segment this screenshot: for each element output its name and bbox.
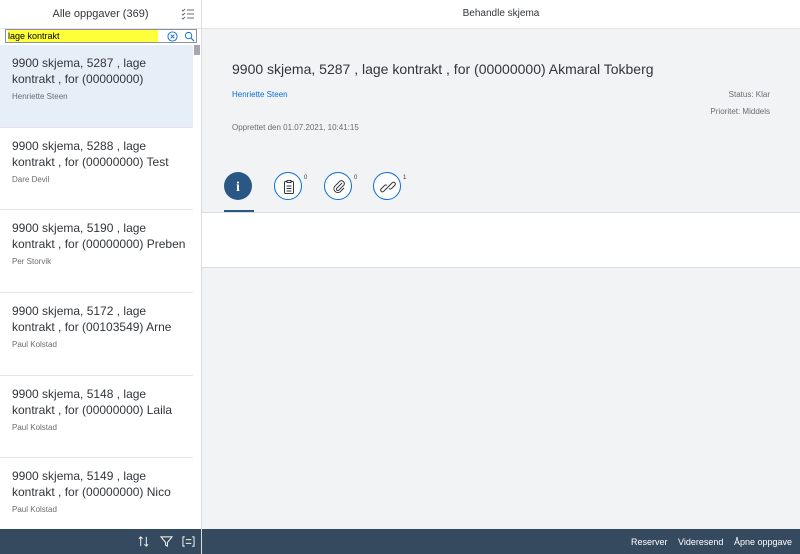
master-header: Alle oppgaver (369) <box>0 0 201 29</box>
attachments-count: 0 <box>354 175 358 181</box>
master-footer <box>0 529 201 554</box>
sort-icon[interactable] <box>137 535 150 548</box>
priority-text: Prioritet: Middels <box>710 107 770 116</box>
forward-button[interactable]: Videresend <box>678 537 723 547</box>
master-title: Alle oppgaver (369) <box>52 8 149 20</box>
tab-notes[interactable] <box>274 172 302 200</box>
detail-footer: Reserver Videresend Åpne oppgave <box>202 529 800 554</box>
tab-attachments[interactable] <box>324 172 352 200</box>
group-icon[interactable] <box>182 535 195 548</box>
list-item[interactable]: 9900 skjema, 5288 , lage kontrakt , for … <box>0 128 193 210</box>
attachment-icon <box>333 180 345 194</box>
list-item-subtitle: Per Storvik <box>12 257 52 266</box>
list-item-subtitle: Henriette Steen <box>12 92 68 101</box>
list-item-subtitle: Paul Kolstad <box>12 340 57 349</box>
tab-info[interactable]: i <box>224 172 252 200</box>
detail-title: Behandle skjema <box>462 8 540 19</box>
list-item-title: 9900 skjema, 5172 , lage kontrakt , for … <box>12 304 172 334</box>
open-task-button[interactable]: Åpne oppgave <box>734 537 792 547</box>
links-count: 1 <box>403 175 407 181</box>
created-date: Opprettet den 01.07.2021, 10:41:15 <box>232 123 359 132</box>
list-item-title: 9900 skjema, 5149 , lage kontrakt , for … <box>12 469 171 499</box>
search-icon[interactable] <box>184 31 195 42</box>
task-list: 9900 skjema, 5287 , lage kontrakt , for … <box>0 45 201 529</box>
link-icon <box>380 181 396 193</box>
list-item[interactable]: 9900 skjema, 5149 , lage kontrakt , for … <box>0 458 193 529</box>
master-pane: Alle oppgaver (369) 9900 skjema, 5287 , … <box>0 0 202 554</box>
object-header: 9900 skjema, 5287 , lage kontrakt , for … <box>202 29 800 212</box>
detail-header: Behandle skjema <box>202 0 800 29</box>
list-item-title: 9900 skjema, 5287 , lage kontrakt , for … <box>12 56 147 86</box>
search-field <box>5 29 197 43</box>
list-item[interactable]: 9900 skjema, 5190 , lage kontrakt , for … <box>0 210 193 293</box>
search-input[interactable] <box>8 30 158 42</box>
list-item[interactable]: 9900 skjema, 5287 , lage kontrakt , for … <box>0 45 193 128</box>
list-item-subtitle: Paul Kolstad <box>12 423 57 432</box>
reserve-button[interactable]: Reserver <box>631 537 668 547</box>
list-scrollbar[interactable] <box>194 45 200 55</box>
list-item[interactable]: 9900 skjema, 5172 , lage kontrakt , for … <box>0 293 193 376</box>
list-item-title: 9900 skjema, 5288 , lage kontrakt , for … <box>12 139 169 169</box>
list-item-subtitle: Paul Kolstad <box>12 505 57 514</box>
tab-content <box>202 212 800 268</box>
owner-link[interactable]: Henriette Steen <box>232 90 288 99</box>
notes-icon <box>284 180 294 194</box>
list-item-subtitle: Dare Devil <box>12 175 50 184</box>
list-item-title: 9900 skjema, 5190 , lage kontrakt , for … <box>12 221 186 251</box>
status-text: Status: Klar <box>728 90 770 99</box>
list-item-title: 9900 skjema, 5148 , lage kontrakt , for … <box>12 387 173 417</box>
object-title: 9900 skjema, 5287 , lage kontrakt , for … <box>232 61 654 77</box>
clear-icon[interactable] <box>167 31 178 42</box>
notes-count: 0 <box>304 175 308 181</box>
filter-icon[interactable] <box>160 535 173 548</box>
list-sort-icon[interactable] <box>181 7 195 21</box>
detail-pane: Behandle skjema 9900 skjema, 5287 , lage… <box>202 0 800 554</box>
svg-text:i: i <box>236 180 240 194</box>
list-item[interactable]: 9900 skjema, 5148 , lage kontrakt , for … <box>0 376 193 458</box>
tab-links[interactable] <box>373 172 401 200</box>
info-icon: i <box>236 180 240 194</box>
